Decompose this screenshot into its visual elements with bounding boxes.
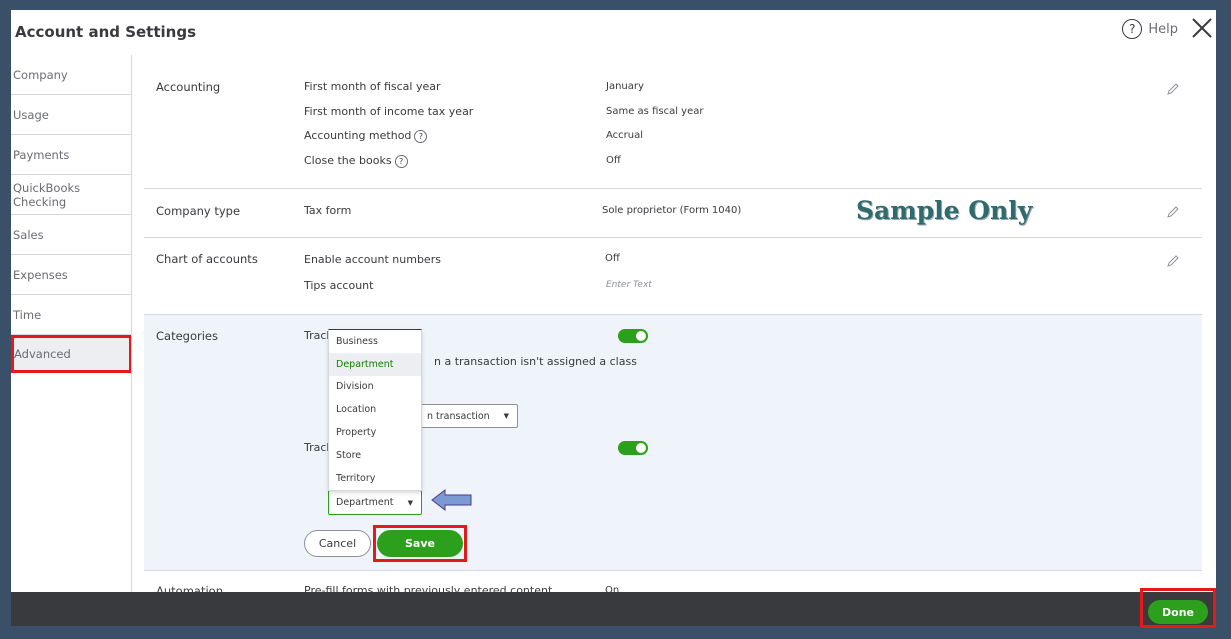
dropdown-option[interactable]: Location xyxy=(329,398,421,421)
modal-title: Account and Settings xyxy=(15,23,197,41)
chevron-down-icon: ▼ xyxy=(503,412,509,420)
settings-sidebar: Company Usage Payments QuickBooks Checki… xyxy=(11,55,132,373)
question-icon[interactable]: ? xyxy=(414,129,428,143)
chart-of-accounts-section[interactable]: Chart of accounts Enable account numbers… xyxy=(144,238,1202,315)
track-locations-toggle[interactable] xyxy=(618,441,648,455)
location-label-select[interactable]: Department ▼ xyxy=(328,490,422,515)
sample-watermark: Sample Only xyxy=(856,196,1033,225)
row-value: On xyxy=(605,585,620,592)
row-value: Off xyxy=(606,155,621,166)
row-value: Accrual xyxy=(606,130,644,141)
sidebar-item-payments[interactable]: Payments xyxy=(11,135,132,175)
company-type-section[interactable]: Company type Tax form Sole proprietor (F… xyxy=(144,189,1202,238)
sidebar-item-quickbooks-checking[interactable]: QuickBooks Checking xyxy=(11,175,132,215)
categories-section: Categories Track n a transaction isn't a… xyxy=(144,315,1202,571)
dropdown-option[interactable]: Territory xyxy=(329,467,421,490)
edit-pencil-icon[interactable] xyxy=(1166,205,1180,219)
dropdown-option-selected[interactable]: Department xyxy=(329,352,421,376)
row-label: Enable account numbers xyxy=(304,253,441,266)
modal-footer: Done xyxy=(11,592,1216,626)
chevron-down-icon: ▼ xyxy=(407,498,413,507)
row-label: First month of fiscal year xyxy=(304,80,441,93)
help-icon: ? xyxy=(1122,19,1143,39)
done-highlight-box xyxy=(1140,588,1216,628)
section-title: Chart of accounts xyxy=(156,252,258,266)
close-icon[interactable] xyxy=(1190,16,1214,40)
sidebar-item-expenses[interactable]: Expenses xyxy=(11,255,132,295)
automation-section[interactable]: Automation Pre-fill forms with previousl… xyxy=(144,571,1202,592)
dropdown-option[interactable]: Business xyxy=(329,330,421,353)
dropdown-option[interactable]: Division xyxy=(329,376,421,399)
settings-modal: Account and Settings ? Help Company Usag… xyxy=(11,10,1216,592)
section-title: Categories xyxy=(156,329,218,343)
row-label: First month of income tax year xyxy=(304,105,474,118)
sidebar-item-usage[interactable]: Usage xyxy=(11,95,132,135)
section-title: Automation xyxy=(156,584,223,592)
row-label: Tips account xyxy=(304,279,374,292)
row-value: Sole proprietor (Form 1040) xyxy=(602,205,742,216)
select-value: n transaction xyxy=(427,410,490,422)
edit-pencil-icon[interactable] xyxy=(1166,82,1180,96)
dropdown-option[interactable]: Store xyxy=(329,444,421,467)
dropdown-option[interactable]: Property xyxy=(329,421,421,444)
save-highlight-box xyxy=(373,525,467,562)
edit-pencil-icon[interactable] xyxy=(1166,254,1180,268)
cancel-button[interactable]: Cancel xyxy=(304,530,371,557)
row-value: January xyxy=(606,81,644,92)
location-label-dropdown: Business Department Division Location Pr… xyxy=(328,329,422,491)
sidebar-item-advanced[interactable]: Advanced xyxy=(11,335,132,373)
accounting-section[interactable]: Accounting First month of fiscal year Ja… xyxy=(144,68,1202,189)
sidebar-item-sales[interactable]: Sales xyxy=(11,215,132,255)
row-label: Accounting method? xyxy=(304,129,428,143)
pointer-arrow-icon xyxy=(431,488,472,512)
assign-class-select[interactable]: n transaction ▼ xyxy=(406,404,518,428)
help-link[interactable]: ? Help xyxy=(1122,19,1178,39)
tips-account-input[interactable]: Enter Text xyxy=(606,280,652,290)
sidebar-divider xyxy=(131,55,132,592)
row-label: Pre-fill forms with previously entered c… xyxy=(304,584,553,592)
row-value: Off xyxy=(605,253,620,264)
warn-class-text: n a transaction isn't assigned a class xyxy=(434,355,637,368)
settings-content: Accounting First month of fiscal year Ja… xyxy=(144,68,1202,592)
row-label: Close the books? xyxy=(304,154,408,168)
help-label: Help xyxy=(1148,21,1178,37)
row-value: Same as fiscal year xyxy=(606,106,704,117)
question-icon[interactable]: ? xyxy=(394,154,408,168)
row-label: Tax form xyxy=(304,204,352,217)
sidebar-item-time[interactable]: Time xyxy=(11,295,132,335)
section-title: Company type xyxy=(156,204,241,218)
select-value: Department xyxy=(336,497,394,508)
section-title: Accounting xyxy=(156,80,221,94)
sidebar-item-company[interactable]: Company xyxy=(11,55,132,95)
track-classes-toggle[interactable] xyxy=(618,329,648,343)
